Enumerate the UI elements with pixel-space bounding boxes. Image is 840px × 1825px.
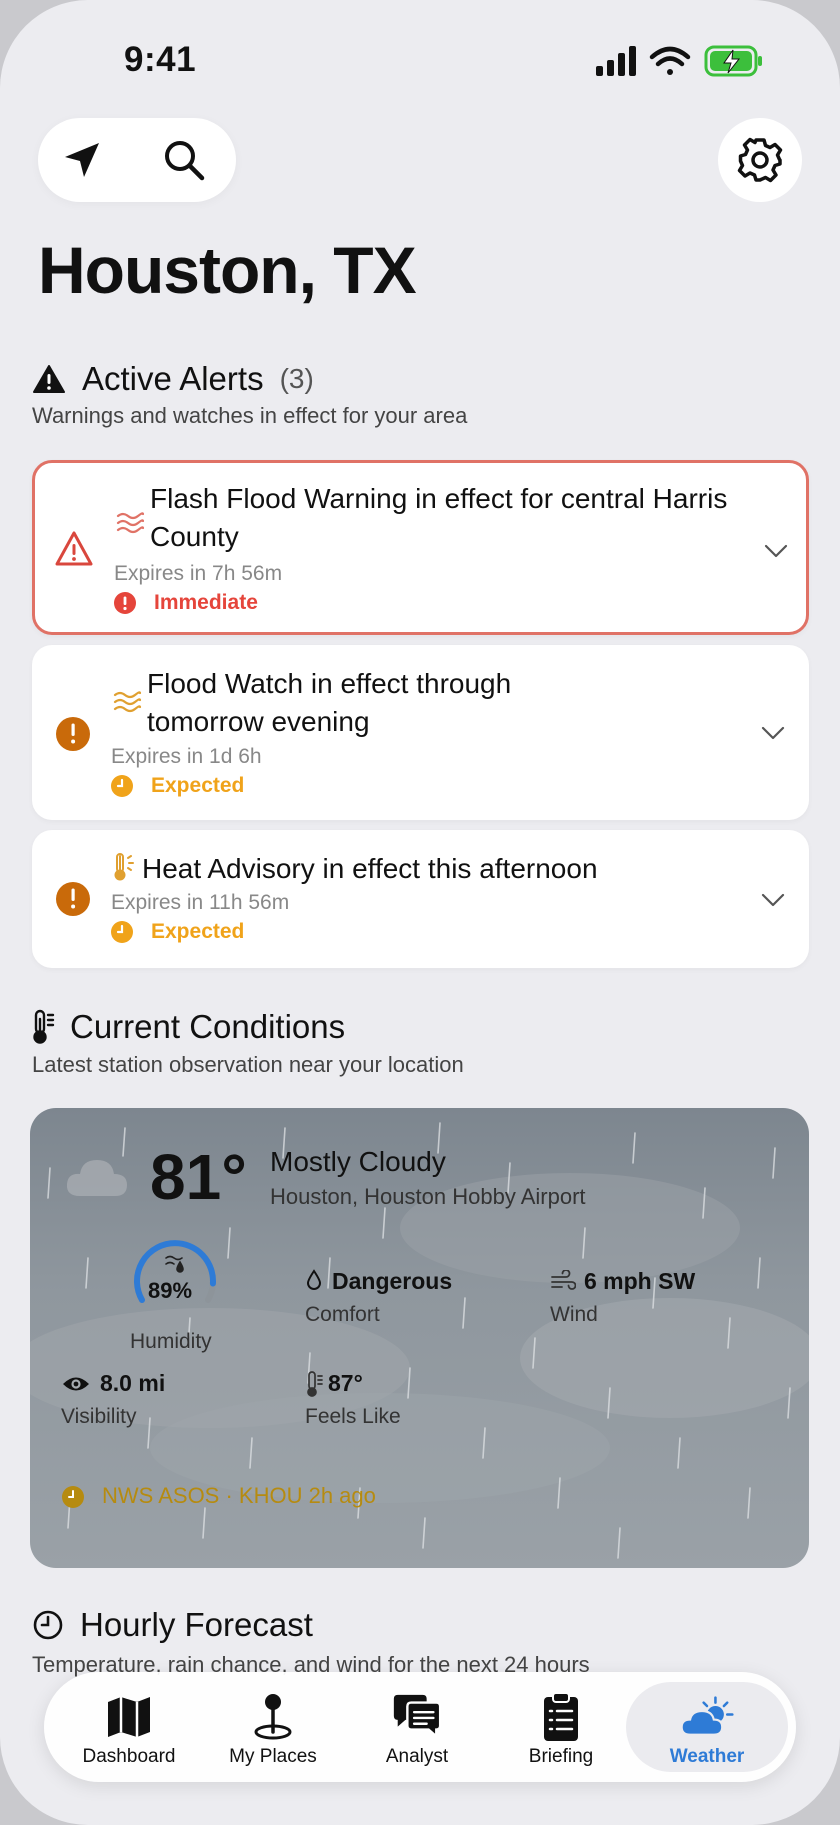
pin-icon: [254, 1694, 292, 1740]
temperature: 81°: [150, 1141, 247, 1213]
hourly-header: Hourly Forecast: [32, 1606, 313, 1644]
flood-waves-icon: [113, 691, 142, 713]
hourly-title: Hourly Forecast: [80, 1606, 313, 1643]
wind-value: 6 mph SW: [584, 1268, 696, 1294]
warning-triangle-icon: [55, 531, 93, 566]
tab-label: Briefing: [528, 1746, 594, 1767]
alert-severity: Expected: [111, 920, 244, 944]
alerts-header: Active Alerts (3): [32, 360, 314, 398]
map-icon: [108, 1697, 150, 1737]
alert-severity: Expected: [111, 774, 244, 798]
cloud-icon: [66, 1160, 127, 1196]
tab-label: Analyst: [385, 1746, 449, 1767]
conditions-title: Current Conditions: [70, 1008, 346, 1045]
search-icon: [165, 141, 205, 181]
status-time: 9:41: [124, 40, 197, 79]
comfort-label: Comfort: [305, 1303, 380, 1326]
severity-label: Expected: [151, 920, 245, 943]
cellular-signal-icon: [596, 46, 636, 76]
location-search-pill: [38, 118, 236, 202]
tab-label: Dashboard: [82, 1746, 176, 1767]
humidity-value: 89%: [148, 1278, 193, 1303]
alert-title: Heat Advisory in effect this afternoon: [142, 853, 598, 884]
station-name: Houston, Houston Hobby Airport: [270, 1184, 586, 1209]
alert-title: Flash Flood Warning in effect for centra…: [150, 483, 728, 552]
alerts-title: Active Alerts: [82, 360, 264, 397]
tab-analyst[interactable]: Analyst: [352, 1672, 482, 1782]
alerts-subtitle: Warnings and watches in effect for your …: [32, 403, 468, 428]
alert-severity: Immediate: [114, 591, 258, 615]
chevron-down-icon[interactable]: [763, 543, 789, 559]
chevron-down-icon[interactable]: [760, 725, 786, 741]
severity-label: Immediate: [154, 591, 258, 614]
clipboard-icon: [544, 1692, 578, 1741]
gear-icon: [737, 137, 783, 183]
humidity-label: Humidity: [130, 1330, 212, 1353]
alert-card-flood-watch[interactable]: Flood Watch in effect through tomorrow e…: [32, 645, 809, 820]
conditions-header: Current Conditions: [32, 1008, 345, 1046]
observation-source: NWS ASOS · KHOU 2h ago: [102, 1483, 376, 1508]
thermometer-icon: [33, 1009, 55, 1044]
droplet-icon: [306, 1269, 322, 1290]
chevron-down-icon[interactable]: [760, 892, 786, 908]
tab-label: My Places: [229, 1746, 317, 1767]
alert-card-heat-advisory[interactable]: Heat Advisory in effect this afternoon E…: [32, 830, 809, 968]
tab-bar: Dashboard My Places Analyst Briefing Wea…: [44, 1672, 796, 1782]
alert-expires: Expires in 1d 6h: [111, 745, 262, 768]
feels-like-value: 87°: [328, 1370, 363, 1396]
heat-thermometer-icon: [114, 853, 134, 881]
alerts-count: (3): [279, 363, 314, 394]
alert-expires: Expires in 11h 56m: [111, 891, 290, 914]
location-arrow-icon: [65, 143, 99, 177]
visibility-label: Visibility: [61, 1405, 137, 1428]
exclamation-circle-icon: [56, 882, 90, 916]
feels-like-label: Feels Like: [305, 1405, 401, 1428]
clock-icon: [33, 1610, 63, 1640]
conditions-subtitle: Latest station observation near your loc…: [32, 1052, 464, 1077]
clock-icon: [111, 775, 133, 797]
alert-expires: Expires in 7h 56m: [114, 562, 283, 585]
eye-icon: [63, 1377, 89, 1391]
condition: Mostly Cloudy: [270, 1146, 446, 1177]
thermometer-icon: [307, 1371, 323, 1397]
partly-cloudy-icon: [680, 1696, 734, 1736]
city-title: Houston, TX: [38, 233, 417, 307]
battery-icon: [704, 45, 762, 77]
location-button[interactable]: [58, 136, 106, 184]
wind-label: Wind: [550, 1303, 598, 1326]
flood-waves-icon: [116, 512, 145, 534]
settings-button[interactable]: [718, 118, 802, 202]
humidity-icon: [165, 1255, 184, 1273]
tab-label: Weather: [669, 1746, 745, 1767]
status-icons: [596, 45, 762, 77]
tab-dashboard[interactable]: Dashboard: [64, 1672, 194, 1782]
tab-my-places[interactable]: My Places: [208, 1672, 338, 1782]
clock-icon: [111, 921, 133, 943]
alert-card-flash-flood[interactable]: Flash Flood Warning in effect for centra…: [32, 460, 809, 635]
chat-bubbles-icon: [393, 1694, 442, 1739]
clock-icon: [62, 1486, 84, 1508]
tab-briefing[interactable]: Briefing: [496, 1672, 626, 1782]
wifi-icon: [649, 46, 691, 75]
exclamation-icon: [114, 592, 136, 614]
visibility-value: 8.0 mi: [100, 1370, 166, 1396]
comfort-value: Dangerous: [332, 1268, 453, 1294]
tab-weather[interactable]: Weather: [642, 1672, 772, 1782]
search-button[interactable]: [160, 136, 208, 184]
severity-label: Expected: [151, 774, 245, 797]
humidity-gauge: [134, 1240, 216, 1303]
exclamation-circle-icon: [56, 717, 90, 751]
alert-title: Flood Watch in effect through tomorrow e…: [147, 668, 512, 737]
current-conditions-card[interactable]: 81° Mostly Cloudy Houston, Houston Hobby…: [30, 1108, 809, 1568]
wind-icon: [551, 1270, 576, 1290]
phone-screen: 9:41 Houston, TX Active Alerts (3) Warni…: [0, 0, 840, 1825]
warning-triangle-icon: [33, 365, 65, 393]
